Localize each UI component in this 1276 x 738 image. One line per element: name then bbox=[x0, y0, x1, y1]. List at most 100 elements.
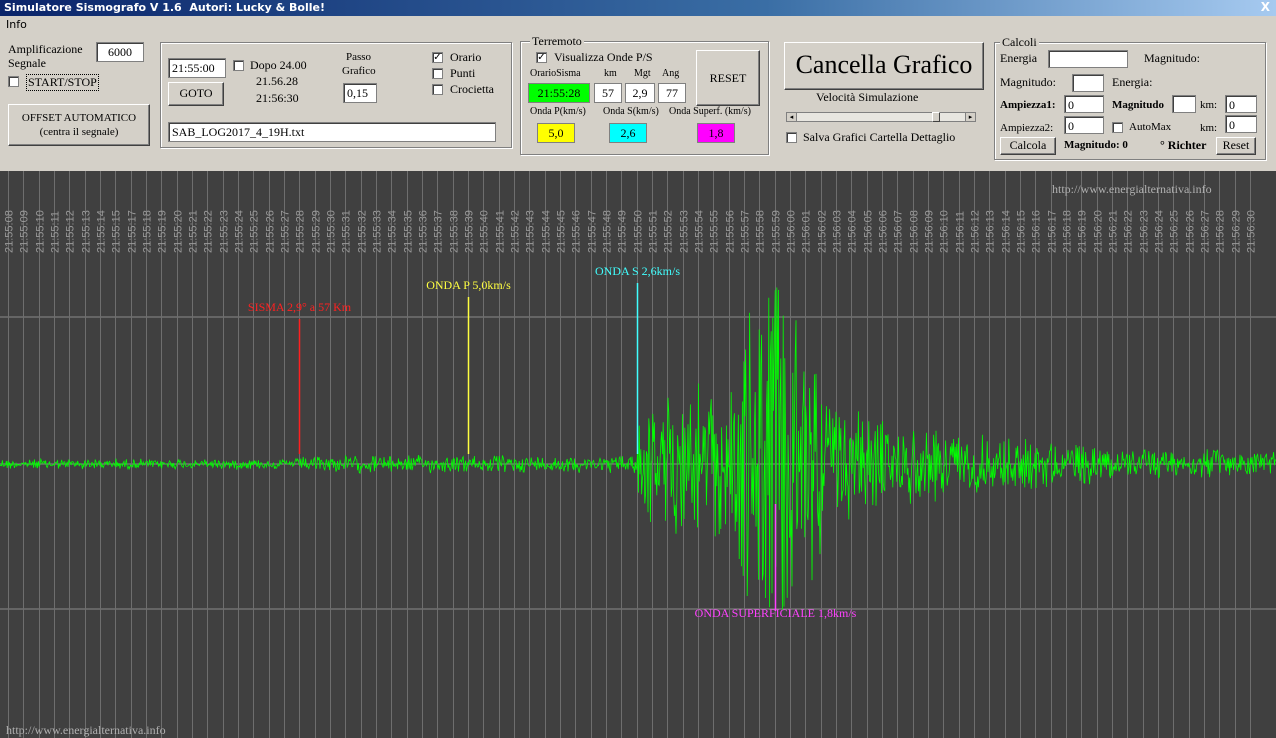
energia2-label: Energia: bbox=[1112, 75, 1153, 89]
time-tick-label: 21:55:43 bbox=[525, 210, 537, 253]
dopo-checkbox[interactable] bbox=[233, 60, 244, 71]
punti-checkbox[interactable] bbox=[432, 68, 443, 79]
energia-input[interactable] bbox=[1048, 50, 1128, 68]
time-tick-label: 21:55:24 bbox=[234, 210, 246, 253]
time-tick-label: 21:55:10 bbox=[35, 210, 47, 253]
time-tick-label: 21:55:38 bbox=[449, 210, 461, 253]
amplification-label-2: Segnale bbox=[8, 56, 46, 70]
offset-automatico-button[interactable]: OFFSET AUTOMATICO (centra il segnale) bbox=[8, 104, 150, 146]
km1-input[interactable]: 0 bbox=[1225, 95, 1257, 113]
automax-checkbox[interactable] bbox=[1112, 122, 1123, 133]
speed-slider-track[interactable]: ◂ ▸ bbox=[786, 112, 976, 122]
time-a-value: 21.56.28 bbox=[256, 74, 298, 88]
filename-input[interactable]: SAB_LOG2017_4_19H.txt bbox=[168, 122, 496, 142]
onda-p-label: Onda P(km/s) bbox=[530, 106, 586, 117]
time-tick-label: 21:55:17 bbox=[127, 210, 139, 253]
time-tick-label: 21:56:00 bbox=[786, 210, 798, 253]
mgt-value[interactable]: 2,9 bbox=[625, 83, 655, 103]
wave-marker-label: ONDA P 5,0km/s bbox=[426, 278, 511, 292]
check-icon: ✓ bbox=[433, 52, 442, 63]
time-tick-label: 21:55:55 bbox=[709, 210, 721, 253]
time-tick-label: 21:55:40 bbox=[479, 210, 491, 253]
time-tick-label: 21:55:41 bbox=[495, 210, 507, 253]
magnitudo-bold-label: Magnitudo bbox=[1112, 99, 1164, 111]
time-tick-label: 21:56:09 bbox=[924, 210, 936, 253]
header-orario-sisma: OrarioSisma bbox=[530, 68, 581, 79]
time-tick-label: 21:55:54 bbox=[694, 210, 706, 253]
passo-input[interactable]: 0,15 bbox=[343, 83, 377, 103]
km2-input[interactable]: 0 bbox=[1225, 115, 1257, 133]
time-input[interactable]: 21:55:00 bbox=[168, 58, 226, 78]
arrow-right-icon[interactable]: ▸ bbox=[965, 113, 975, 121]
time-tick-label: 21:56:21 bbox=[1108, 210, 1120, 253]
time-tick-label: 21:55:29 bbox=[311, 210, 323, 253]
time-tick-label: 21:55:33 bbox=[372, 210, 384, 253]
time-tick-label: 21:55:37 bbox=[433, 210, 445, 253]
wave-marker-label: ONDA SUPERFICIALE 1,8km/s bbox=[695, 606, 857, 620]
time-tick-label: 21:56:28 bbox=[1215, 210, 1227, 253]
time-tick-label: 21:55:27 bbox=[280, 210, 292, 253]
crocietta-label: Crocietta bbox=[450, 82, 494, 96]
speed-slider-thumb[interactable] bbox=[932, 112, 940, 122]
time-tick-label: 21:56:27 bbox=[1200, 210, 1212, 253]
time-tick-label: 21:55:15 bbox=[111, 210, 123, 253]
magnitudo-result: Magnitudo: 0 bbox=[1064, 139, 1128, 151]
time-tick-label: 21:56:26 bbox=[1185, 210, 1197, 253]
time-tick-label: 21:55:58 bbox=[755, 210, 767, 253]
time-tick-label: 21:56:18 bbox=[1062, 210, 1074, 253]
onda-s-value[interactable]: 2,6 bbox=[609, 123, 647, 143]
time-tick-label: 21:55:51 bbox=[648, 210, 660, 253]
cancella-grafico-button[interactable]: Cancella Grafico bbox=[784, 42, 984, 90]
wave-marker-label: SISMA 2,9° a 57 Km bbox=[248, 300, 352, 314]
time-tick-label: 21:56:17 bbox=[1047, 210, 1059, 253]
title-bar: Simulatore Sismografo V 1.6 Autori: Luck… bbox=[0, 0, 1276, 16]
time-tick-label: 21:55:30 bbox=[326, 210, 338, 253]
time-tick-label: 21:56:30 bbox=[1246, 210, 1258, 253]
menu-info[interactable]: Info bbox=[6, 18, 27, 31]
terremoto-reset-button[interactable]: RESET bbox=[696, 50, 760, 106]
start-stop-checkbox[interactable] bbox=[8, 76, 19, 87]
time-tick-label: 21:55:47 bbox=[587, 210, 599, 253]
seismograph-svg: 21:55:08 21:55:09 21:55:10 21:55:11 21:55:12… bbox=[0, 171, 1276, 738]
onda-superf-value[interactable]: 1,8 bbox=[697, 123, 735, 143]
onda-p-value[interactable]: 5,0 bbox=[537, 123, 575, 143]
time-tick-label: 21:55:34 bbox=[387, 210, 399, 253]
magnitudo-bold-input[interactable] bbox=[1172, 95, 1196, 113]
calcola-button[interactable]: Calcola bbox=[1000, 137, 1056, 155]
time-tick-label: 21:55:35 bbox=[403, 210, 415, 253]
time-tick-label: 21:56:08 bbox=[909, 210, 921, 253]
goto-button[interactable]: GOTO bbox=[168, 82, 224, 106]
close-icon[interactable]: X bbox=[1261, 0, 1270, 14]
km-value[interactable]: 57 bbox=[594, 83, 622, 103]
passo-label: Passo bbox=[346, 51, 372, 63]
time-tick-label: 21:55:52 bbox=[663, 210, 675, 253]
visualizza-checkbox[interactable]: ✓ bbox=[536, 52, 547, 63]
time-tick-label: 21:56:24 bbox=[1154, 210, 1166, 253]
magnitudo2-input[interactable] bbox=[1072, 74, 1104, 92]
ang-value[interactable]: 77 bbox=[658, 83, 686, 103]
wave-marker: ONDA P 5,0km/s bbox=[426, 278, 511, 454]
time-tick-label: 21:55:12 bbox=[65, 210, 77, 253]
time-tick-label: 21:56:10 bbox=[939, 210, 951, 253]
time-tick-label: 21:55:09 bbox=[19, 210, 31, 253]
time-tick-label: 21:55:50 bbox=[633, 210, 645, 253]
time-tick-label: 21:55:57 bbox=[740, 210, 752, 253]
ampiezza2-input[interactable]: 0 bbox=[1064, 116, 1104, 134]
speed-label: Velocità Simulazione bbox=[816, 90, 919, 104]
salva-checkbox[interactable] bbox=[786, 132, 797, 143]
amplification-input[interactable]: 6000 bbox=[96, 42, 144, 62]
time-tick-label: 21:55:45 bbox=[556, 210, 568, 253]
time-tick-label: 21:55:53 bbox=[679, 210, 691, 253]
seismograph-plot[interactable]: 21:55:08 21:55:09 21:55:10 21:55:11 21:55:12… bbox=[0, 171, 1276, 738]
orario-checkbox[interactable]: ✓ bbox=[432, 52, 443, 63]
ampiezza1-input[interactable]: 0 bbox=[1064, 95, 1104, 113]
watermark-bottom: http://www.energialternativa.info bbox=[6, 723, 166, 737]
arrow-left-icon[interactable]: ◂ bbox=[787, 113, 797, 121]
time-tick-label: 21:55:28 bbox=[295, 210, 307, 253]
time-tick-label: 21:55:36 bbox=[418, 210, 430, 253]
calcoli-reset-button[interactable]: Reset bbox=[1216, 137, 1256, 155]
crocietta-checkbox[interactable] bbox=[432, 84, 443, 95]
time-tick-label: 21:55:32 bbox=[357, 210, 369, 253]
time-tick-label: 21:56:25 bbox=[1169, 210, 1181, 253]
km1-label: km: bbox=[1200, 99, 1218, 111]
